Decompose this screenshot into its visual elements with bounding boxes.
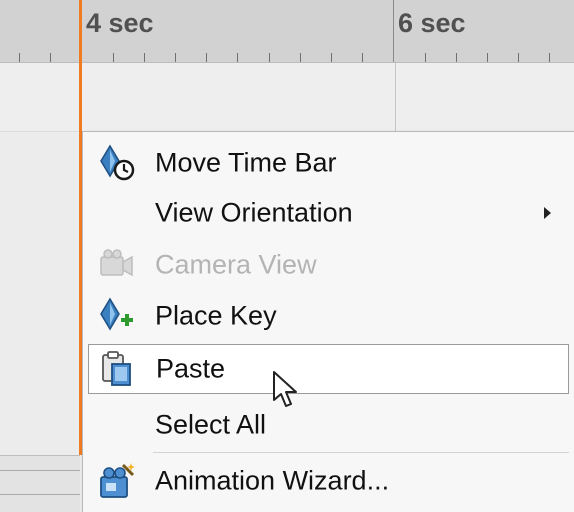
- menu-item-label: Animation Wizard...: [155, 465, 390, 496]
- menu-item-label: Paste: [156, 353, 226, 384]
- place-key-icon: [97, 296, 137, 336]
- ruler-minor-tick: [113, 53, 114, 62]
- ruler-label-6-sec: 6 sec: [398, 8, 466, 38]
- camera-icon: [97, 245, 137, 285]
- ruler-minor-tick: [206, 53, 207, 62]
- menu-item-move-time-bar[interactable]: Move Time Bar: [83, 138, 574, 188]
- timeline-bottom-strip: [0, 455, 80, 512]
- animation-wizard-icon: [97, 461, 137, 501]
- ruler-minor-tick: [300, 53, 301, 62]
- ruler-minor-tick: [362, 53, 363, 62]
- menu-item-animation-wizard[interactable]: Animation Wizard...: [83, 456, 574, 506]
- ruler-minor-tick: [456, 53, 457, 62]
- menu-item-paste[interactable]: Paste: [88, 344, 569, 394]
- context-menu: Move Time Bar View Orientation Camera Vi…: [82, 131, 574, 512]
- timeline-ruler[interactable]: 4 sec 6 sec: [0, 0, 574, 63]
- timeline-gridline: [395, 63, 396, 131]
- ruler-minor-tick: [331, 53, 332, 62]
- ruler-major-tick: [393, 0, 394, 62]
- ruler-label-4-sec: 4 sec: [86, 8, 154, 38]
- menu-separator: [153, 452, 569, 453]
- menu-item-label: Place Key: [155, 300, 277, 331]
- ruler-minor-tick: [269, 53, 270, 62]
- menu-item-place-key[interactable]: Place Key: [83, 291, 574, 341]
- mouse-cursor-icon: [273, 371, 297, 407]
- ruler-minor-tick: [518, 53, 519, 62]
- ruler-minor-tick: [175, 53, 176, 62]
- ruler-minor-tick: [549, 53, 550, 62]
- menu-item-label: Move Time Bar: [155, 147, 337, 178]
- submenu-arrow-icon: [544, 207, 551, 219]
- move-time-bar-icon: [97, 143, 137, 183]
- ruler-minor-tick: [144, 53, 145, 62]
- menu-item-label: View Orientation: [155, 197, 353, 228]
- ruler-minor-tick: [237, 53, 238, 62]
- menu-item-label: Camera View: [155, 249, 317, 280]
- ruler-minor-tick: [487, 53, 488, 62]
- menu-item-label: Select All: [155, 409, 267, 440]
- menu-item-camera-view[interactable]: Camera View: [83, 240, 574, 290]
- ruler-minor-tick: [19, 53, 20, 62]
- timeline-track-row[interactable]: [0, 63, 574, 132]
- ruler-minor-tick: [50, 53, 51, 62]
- menu-item-view-orientation[interactable]: View Orientation: [83, 188, 574, 238]
- paste-icon: [98, 349, 138, 389]
- menu-item-select-all[interactable]: Select All: [83, 400, 574, 450]
- ruler-minor-tick: [425, 53, 426, 62]
